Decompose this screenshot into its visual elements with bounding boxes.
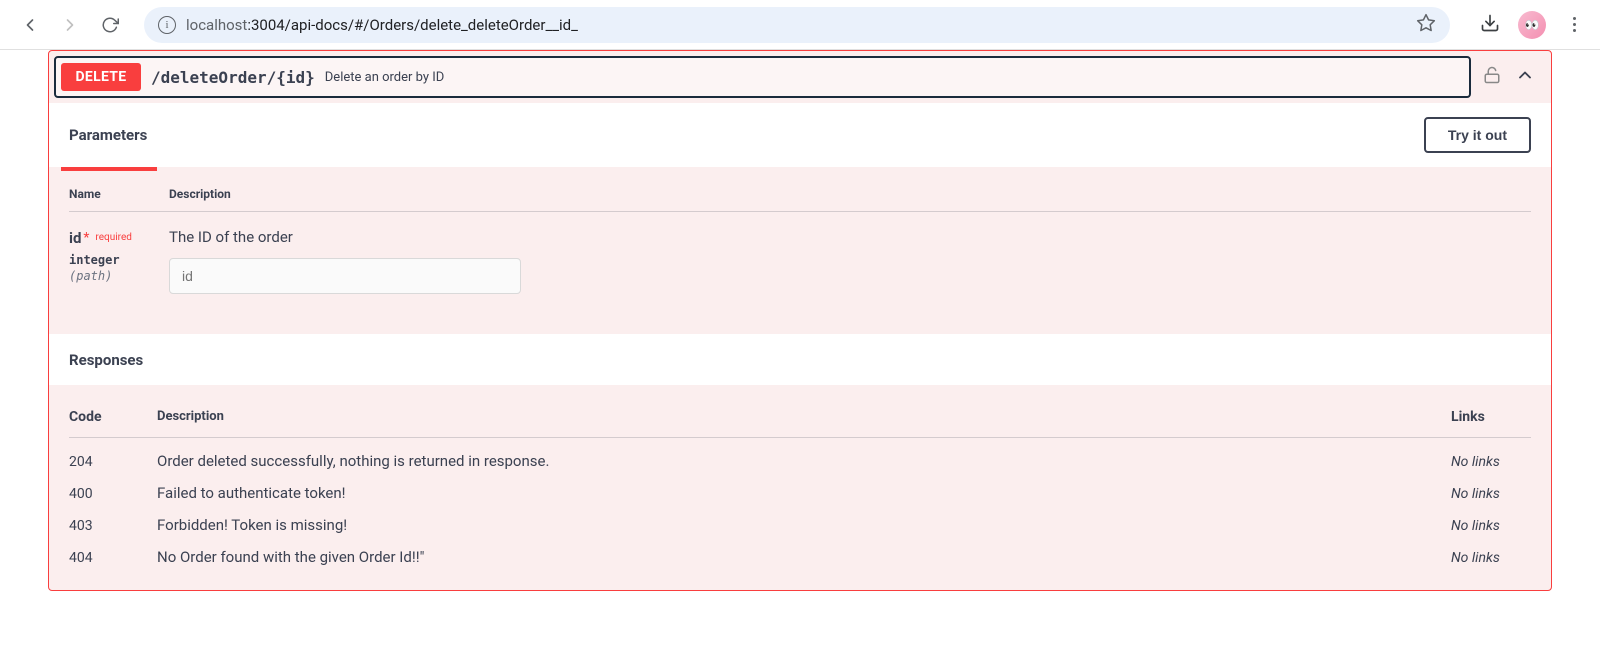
avatar-face-icon: 👀 xyxy=(1525,18,1540,32)
operation-summary-row: DELETE /deleteOrder/{id} Delete an order… xyxy=(49,51,1551,103)
parameter-meta: id* required integer (path) xyxy=(69,228,169,294)
parameter-name-line: id* required xyxy=(69,228,169,247)
responses-header: Responses xyxy=(49,334,1551,385)
parameter-input[interactable] xyxy=(169,258,521,294)
toolbar-right: 👀 xyxy=(1480,11,1584,39)
parameters-table-head: Name Description xyxy=(69,187,1531,212)
operation-block: DELETE /deleteOrder/{id} Delete an order… xyxy=(48,50,1552,591)
response-code: 400 xyxy=(69,486,157,502)
arrow-left-icon xyxy=(20,15,40,35)
reload-icon xyxy=(101,16,119,34)
response-row: 404 No Order found with the given Order … xyxy=(69,534,1531,566)
response-row: 204 Order deleted successfully, nothing … xyxy=(69,438,1531,470)
page-content: DELETE /deleteOrder/{id} Delete an order… xyxy=(0,50,1600,621)
http-method-badge: DELETE xyxy=(61,63,141,91)
address-bar[interactable]: i localhost:3004/api-docs/#/Orders/delet… xyxy=(144,7,1450,43)
star-icon xyxy=(1416,13,1436,33)
response-description: Forbidden! Token is missing! xyxy=(157,516,1451,534)
url-text: localhost:3004/api-docs/#/Orders/delete_… xyxy=(186,16,578,34)
response-code: 403 xyxy=(69,518,157,534)
response-code: 204 xyxy=(69,454,157,470)
bookmark-button[interactable] xyxy=(1416,13,1436,37)
parameter-name: id xyxy=(69,229,81,247)
dot-icon xyxy=(1573,29,1576,32)
parameters-body: Name Description id* required integer (p… xyxy=(49,171,1551,334)
response-links: No links xyxy=(1451,486,1531,502)
back-button[interactable] xyxy=(16,11,44,39)
browser-toolbar: i localhost:3004/api-docs/#/Orders/delet… xyxy=(0,0,1600,50)
required-label: required xyxy=(95,232,131,243)
forward-button[interactable] xyxy=(56,11,84,39)
parameters-title: Parameters xyxy=(69,126,147,144)
response-code: 404 xyxy=(69,550,157,566)
required-star: * xyxy=(83,230,89,246)
download-icon xyxy=(1480,13,1500,33)
response-header-links: Links xyxy=(1451,409,1531,425)
param-header-name: Name xyxy=(69,187,169,201)
response-links: No links xyxy=(1451,550,1531,566)
url-path: :3004/api-docs/#/Orders/delete_deleteOrd… xyxy=(247,16,578,34)
parameter-type: integer xyxy=(69,253,169,267)
chevron-up-icon xyxy=(1515,65,1535,85)
profile-avatar[interactable]: 👀 xyxy=(1518,11,1546,39)
operation-summary[interactable]: DELETE /deleteOrder/{id} Delete an order… xyxy=(54,56,1471,98)
parameters-table: Name Description id* required integer (p… xyxy=(69,187,1531,294)
responses-table-head: Code Description Links xyxy=(69,409,1531,438)
browser-menu-button[interactable] xyxy=(1564,17,1584,32)
response-links: No links xyxy=(1451,518,1531,534)
response-description: Failed to authenticate token! xyxy=(157,484,1451,502)
response-header-code: Code xyxy=(69,409,157,425)
reload-button[interactable] xyxy=(96,11,124,39)
downloads-button[interactable] xyxy=(1480,13,1500,37)
response-row: 403 Forbidden! Token is missing! No link… xyxy=(69,502,1531,534)
site-info-icon[interactable]: i xyxy=(158,16,176,34)
response-description: Order deleted successfully, nothing is r… xyxy=(157,452,1451,470)
dot-icon xyxy=(1573,17,1576,20)
collapse-toggle[interactable] xyxy=(1515,65,1535,89)
authorize-lock-button[interactable] xyxy=(1483,66,1501,88)
response-row: 400 Failed to authenticate token! No lin… xyxy=(69,470,1531,502)
responses-title: Responses xyxy=(69,351,143,369)
response-description: No Order found with the given Order Id!!… xyxy=(157,548,1451,566)
parameter-row: id* required integer (path) The ID of th… xyxy=(69,212,1531,294)
param-header-description: Description xyxy=(169,187,231,201)
arrow-right-icon xyxy=(60,15,80,35)
operation-path: /deleteOrder/{id} xyxy=(151,68,315,87)
responses-body: Code Description Links 204 Order deleted… xyxy=(49,385,1551,590)
response-header-description: Description xyxy=(157,409,1451,425)
unlock-icon xyxy=(1483,66,1501,84)
parameter-description: The ID of the order xyxy=(169,228,1531,246)
parameter-description-cell: The ID of the order xyxy=(169,228,1531,294)
try-it-out-button[interactable]: Try it out xyxy=(1424,117,1531,153)
parameters-header: Parameters Try it out xyxy=(49,103,1551,167)
response-links: No links xyxy=(1451,454,1531,470)
url-host: localhost xyxy=(186,16,247,34)
dot-icon xyxy=(1573,23,1576,26)
operation-description: Delete an order by ID xyxy=(325,70,445,85)
parameter-in: (path) xyxy=(69,269,169,283)
